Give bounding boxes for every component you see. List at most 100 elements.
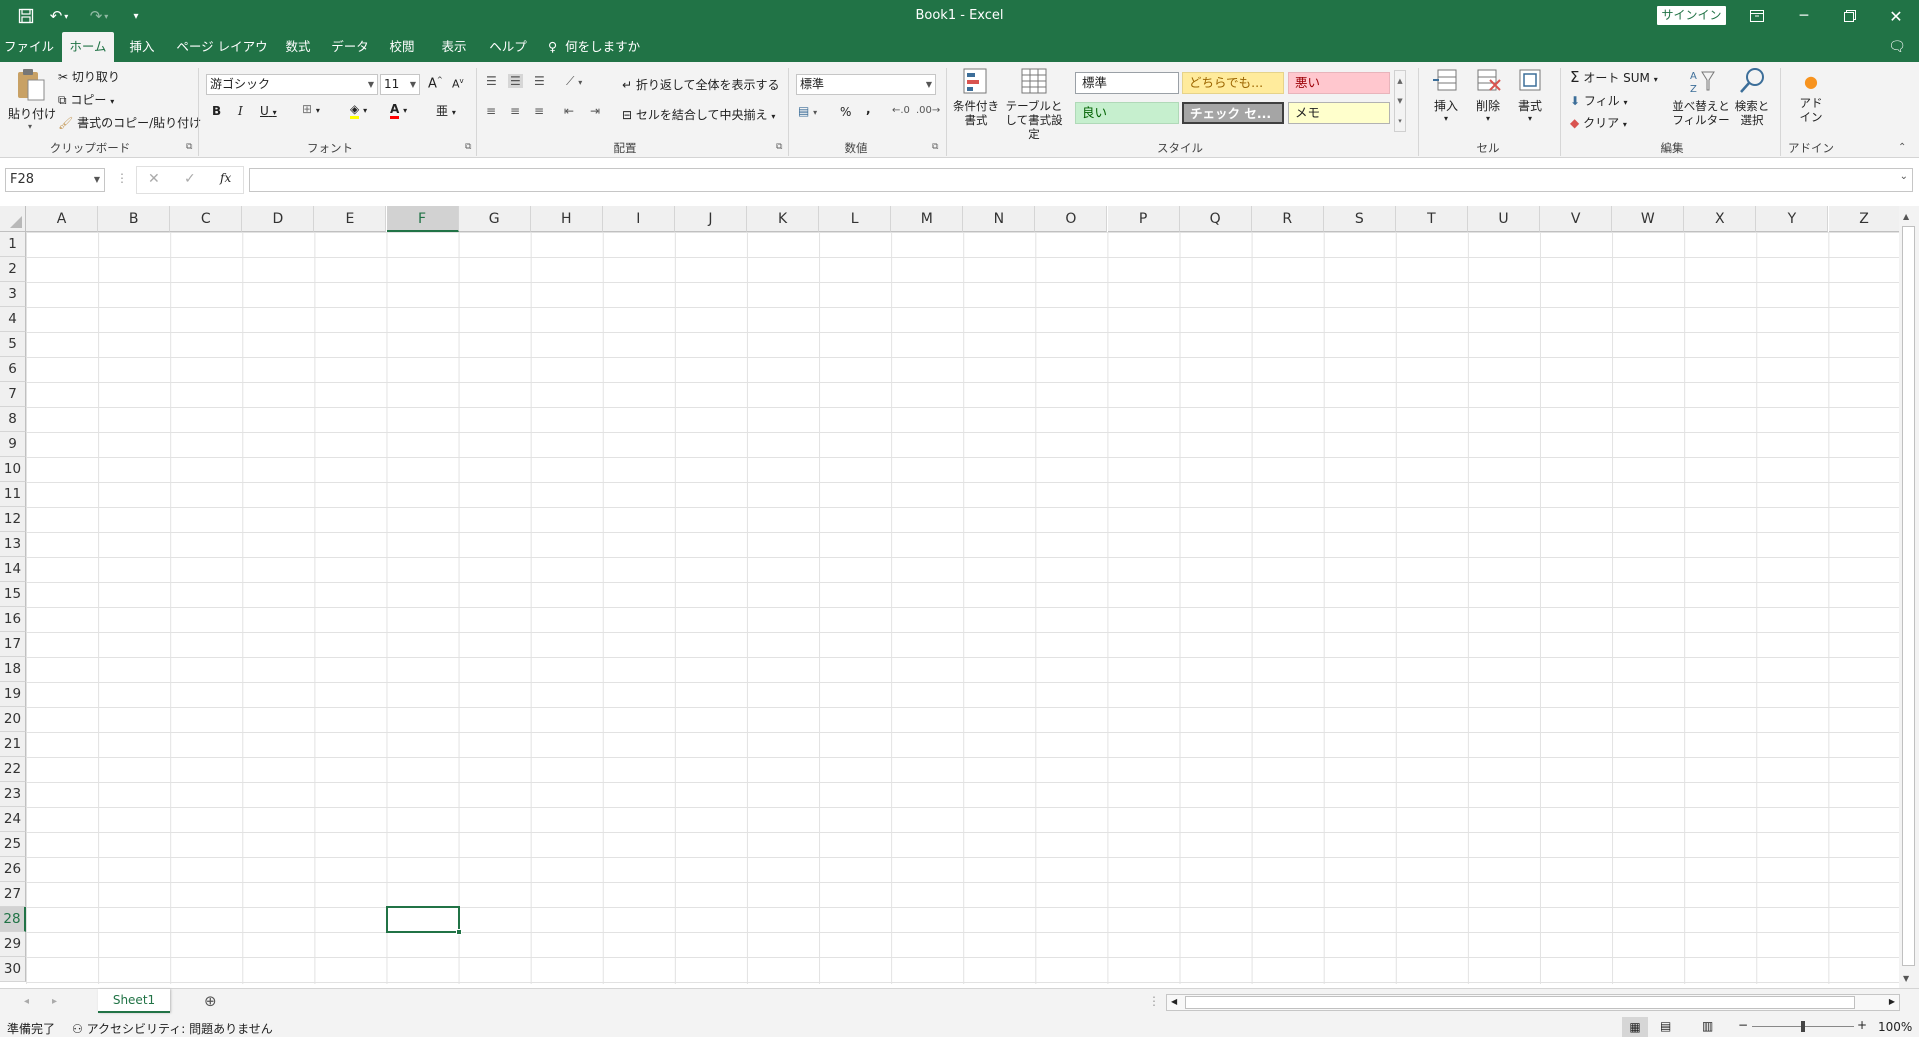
row-header[interactable]: 17 (0, 632, 26, 657)
column-header[interactable]: L (819, 206, 892, 232)
increase-decimal-icon[interactable]: ←.0 (892, 105, 910, 116)
column-header[interactable]: A (26, 206, 99, 232)
page-layout-view-icon[interactable]: ▤ (1660, 1019, 1671, 1033)
column-header[interactable]: M (891, 206, 964, 232)
row-header[interactable]: 9 (0, 432, 26, 457)
column-header[interactable]: B (98, 206, 171, 232)
row-header[interactable]: 1 (0, 232, 26, 257)
row-header[interactable]: 27 (0, 882, 26, 907)
row-header[interactable]: 2 (0, 257, 26, 282)
column-header[interactable]: V (1540, 206, 1613, 232)
decrease-indent-icon[interactable]: ⇤ (564, 104, 574, 118)
column-header[interactable]: D (242, 206, 315, 232)
shrink-font-icon[interactable]: Av (452, 77, 464, 91)
sheet-tab[interactable]: Sheet1 (98, 989, 170, 1013)
worksheet-grid[interactable]: ABCDEFGHIJKLMNOPQRSTUVWXYZ 1 2 3 4 5 6 7 8 9 10 11… (0, 206, 1919, 988)
styles-gallery-scroll[interactable]: ▲ ▼ ▾ (1394, 70, 1406, 132)
row-header[interactable]: 19 (0, 682, 26, 707)
column-header[interactable]: C (170, 206, 243, 232)
zoom-in-icon[interactable]: + (1857, 1018, 1867, 1032)
align-left-icon[interactable]: ≡ (486, 104, 496, 118)
next-sheet-icon[interactable]: ▸ (52, 996, 57, 1007)
find-select-button[interactable]: 検索と選択 (1732, 66, 1772, 127)
column-header[interactable]: G (458, 206, 531, 232)
row-header[interactable]: 14 (0, 557, 26, 582)
hscroll-thumb[interactable] (1185, 996, 1855, 1009)
row-header[interactable]: 22 (0, 757, 26, 782)
column-header[interactable]: E (314, 206, 387, 232)
column-header[interactable]: J (674, 206, 747, 232)
column-header[interactable]: N (963, 206, 1036, 232)
scroll-left-icon[interactable]: ◀ (1171, 997, 1177, 1006)
font-launcher-icon[interactable]: ⧉ (465, 142, 471, 152)
formula-input[interactable]: ⌄ (249, 168, 1913, 192)
phonetic-button[interactable]: 亜 ▾ (436, 102, 456, 119)
column-header[interactable]: P (1107, 206, 1180, 232)
accessibility-status[interactable]: ⚇ アクセシビリティ: 問題ありません (72, 1020, 273, 1037)
copy-button[interactable]: ⧉ コピー ▾ (58, 91, 114, 108)
row-header[interactable]: 10 (0, 457, 26, 482)
clear-button[interactable]: ◆ クリア ▾ (1570, 114, 1627, 131)
merge-center-button[interactable]: ⊟ セルを結合して中央揃え ▾ (622, 106, 775, 123)
tab-data[interactable]: データ (330, 32, 370, 62)
sort-filter-button[interactable]: AZ 並べ替えとフィルター (1672, 66, 1730, 127)
column-header[interactable]: O (1035, 206, 1108, 232)
underline-button[interactable]: U ▾ (260, 104, 277, 118)
alignment-launcher-icon[interactable]: ⧉ (776, 142, 782, 152)
row-header[interactable]: 20 (0, 707, 26, 732)
normal-view-icon[interactable]: ▦ (1622, 1017, 1648, 1037)
zoom-slider[interactable] (1752, 1021, 1854, 1032)
row-header[interactable]: 30 (0, 957, 26, 982)
align-middle-icon[interactable]: ☰ (508, 74, 523, 88)
zoom-out-icon[interactable]: − (1738, 1018, 1748, 1032)
row-header[interactable]: 5 (0, 332, 26, 357)
delete-cells-button[interactable]: 削除 ▾ (1470, 66, 1506, 123)
font-color-button[interactable]: A ▾ (390, 102, 407, 119)
row-header[interactable]: 24 (0, 807, 26, 832)
row-header[interactable]: 23 (0, 782, 26, 807)
fill-button[interactable]: ⬇ フィル ▾ (1570, 92, 1628, 109)
row-header[interactable]: 4 (0, 307, 26, 332)
row-header[interactable]: 29 (0, 932, 26, 957)
tab-file[interactable]: ファイル (0, 32, 58, 62)
zoom-slider-thumb[interactable] (1801, 1021, 1805, 1032)
row-header[interactable]: 12 (0, 507, 26, 532)
fill-color-button[interactable]: ◈ ▾ (350, 102, 367, 119)
column-header[interactable]: Q (1179, 206, 1252, 232)
column-header[interactable]: F (386, 206, 459, 232)
number-format-select[interactable]: 標準 ▼ (796, 74, 936, 95)
enter-icon[interactable]: ✓ (184, 171, 196, 187)
borders-button[interactable]: ⊞ ▾ (302, 102, 320, 116)
minimize-icon[interactable]: ─ (1781, 0, 1827, 32)
column-header[interactable]: U (1468, 206, 1541, 232)
increase-indent-icon[interactable]: ⇥ (590, 104, 600, 118)
currency-button[interactable]: ▤ ▾ (798, 104, 817, 118)
clipboard-launcher-icon[interactable]: ⧉ (186, 142, 192, 152)
scroll-right-icon[interactable]: ▶ (1889, 997, 1895, 1006)
tab-page-layout[interactable]: ページ レイアウト (174, 32, 270, 84)
column-header[interactable]: T (1395, 206, 1468, 232)
scroll-thumb[interactable] (1902, 226, 1915, 966)
fill-handle[interactable] (455, 929, 462, 935)
format-as-table-button[interactable]: テーブルとして書式設定 (1002, 66, 1066, 141)
decrease-decimal-icon[interactable]: .00→ (916, 105, 940, 116)
expand-formula-icon[interactable]: ⌄ (1900, 171, 1908, 182)
insert-function-button[interactable]: fx (220, 171, 231, 185)
zoom-level[interactable]: 100% (1878, 1020, 1912, 1034)
format-painter-button[interactable]: 🖌 書式のコピー/貼り付け (58, 114, 201, 131)
align-center-icon[interactable]: ≡ (510, 104, 520, 118)
row-header[interactable]: 26 (0, 857, 26, 882)
row-header[interactable]: 7 (0, 382, 26, 407)
vertical-scrollbar[interactable]: ▲ ▼ (1899, 206, 1919, 988)
add-sheet-icon[interactable]: ⊕ (204, 992, 217, 1010)
row-header[interactable]: 3 (0, 282, 26, 307)
comments-icon[interactable]: 🗨 (1882, 32, 1912, 62)
align-bottom-icon[interactable]: ☰ (534, 74, 545, 88)
style-check-cell[interactable]: チェック セ... (1182, 102, 1284, 124)
scroll-down-icon[interactable]: ▼ (1903, 974, 1909, 983)
collapse-ribbon-icon[interactable]: ⌃ (1898, 142, 1906, 153)
restore-icon[interactable] (1827, 0, 1873, 32)
column-header[interactable]: H (530, 206, 603, 232)
cell-gridlines[interactable] (26, 232, 1899, 984)
row-header[interactable]: 6 (0, 357, 26, 382)
